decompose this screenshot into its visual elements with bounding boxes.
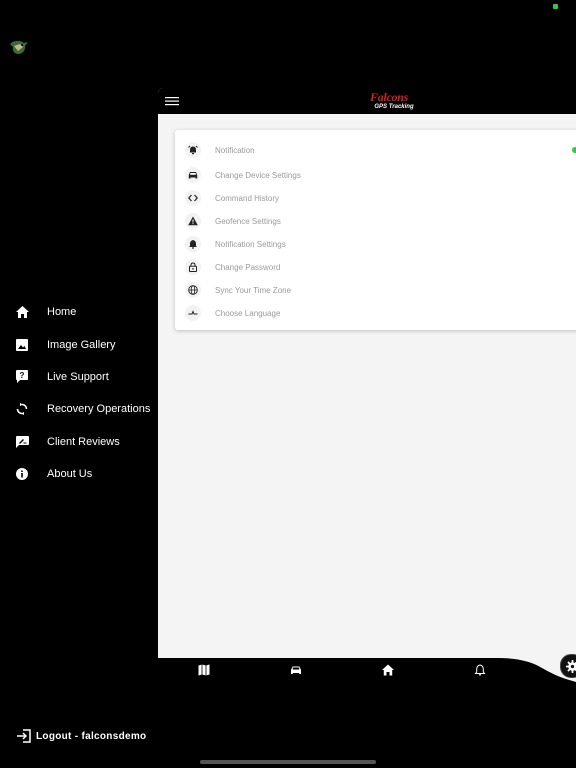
setting-label: Notification Settings [215,239,286,249]
svg-text:?: ? [20,371,25,380]
bottom-nav [158,658,576,682]
code-icon [185,190,201,206]
drawer-item-label: Image Gallery [47,338,116,351]
lock-icon [185,259,201,275]
sync-icon [14,401,30,417]
review-icon [14,434,30,450]
car-icon[interactable] [290,664,302,676]
home-icon[interactable] [382,664,394,676]
setting-label: Command History [215,193,280,203]
setting-label: Notification [215,145,255,155]
setting-notification[interactable]: Notification [185,141,255,159]
settings-card: Notification Change Device Settings Comm… [175,130,576,330]
hamburger-menu-icon[interactable] [164,94,180,108]
drawer-item-label: Recovery Operations [47,403,151,416]
image-icon [14,337,30,353]
drawer-item-home[interactable]: Home [14,296,164,328]
setting-label: Choose Language [215,308,281,318]
language-icon [185,305,201,321]
bell-icon[interactable] [474,664,486,676]
falcon-logo-icon [10,40,28,55]
logout-icon [16,728,32,744]
drawer-item-label: About Us [47,468,93,481]
drawer-item-client-reviews[interactable]: Client Reviews [14,426,164,458]
brand-name: Falcons [370,90,408,104]
home-indicator[interactable] [200,760,376,764]
bell-icon [185,236,201,252]
setting-label: Change Device Settings [215,170,301,180]
app-panel: Falcons GPS Tracking Notification Change… [158,88,576,682]
car-icon [185,167,201,183]
home-icon [14,304,30,320]
setting-change-password[interactable]: Change Password [185,258,280,276]
drawer-item-recovery-operations[interactable]: Recovery Operations [14,393,164,425]
globe-icon [185,282,201,298]
logout-label: Logout - falconsdemo [36,730,147,742]
setting-command-history[interactable]: Command History [185,189,279,207]
setting-label: Geofence Settings [215,216,281,226]
setting-label: Sync Your Time Zone [215,285,292,295]
drawer-item-label: Live Support [47,370,109,383]
drawer-menu: Home Image Gallery ? Live Support Recove… [14,296,164,490]
warning-icon [185,213,201,229]
info-icon [14,466,30,482]
drawer-item-image-gallery[interactable]: Image Gallery [14,328,164,360]
help-icon: ? [14,369,30,385]
setting-change-device[interactable]: Change Device Settings [185,166,301,184]
bottom-nav-background [158,658,576,682]
setting-choose-language[interactable]: Choose Language [185,304,280,322]
drawer-item-about-us[interactable]: About Us [14,458,164,490]
logout-button[interactable]: Logout - falconsdemo [16,728,146,744]
alarm-icon [185,142,201,158]
brand-tagline: GPS Tracking [374,104,414,110]
status-indicator [553,4,558,9]
app-header: Falcons GPS Tracking [158,88,576,114]
setting-sync-timezone[interactable]: Sync Your Time Zone [185,281,291,299]
drawer-item-live-support[interactable]: ? Live Support [14,361,164,393]
setting-label: Change Password [215,262,281,272]
notification-toggle[interactable] [572,147,576,153]
map-icon[interactable] [198,664,210,676]
drawer-item-label: Client Reviews [47,435,120,448]
drawer-item-label: Home [47,306,77,319]
setting-geofence[interactable]: Geofence Settings [185,212,281,230]
setting-notification-settings[interactable]: Notification Settings [185,235,286,253]
gear-icon [565,659,576,673]
brand-logo: Falcons GPS Tracking [361,91,417,111]
settings-fab[interactable] [560,654,576,678]
